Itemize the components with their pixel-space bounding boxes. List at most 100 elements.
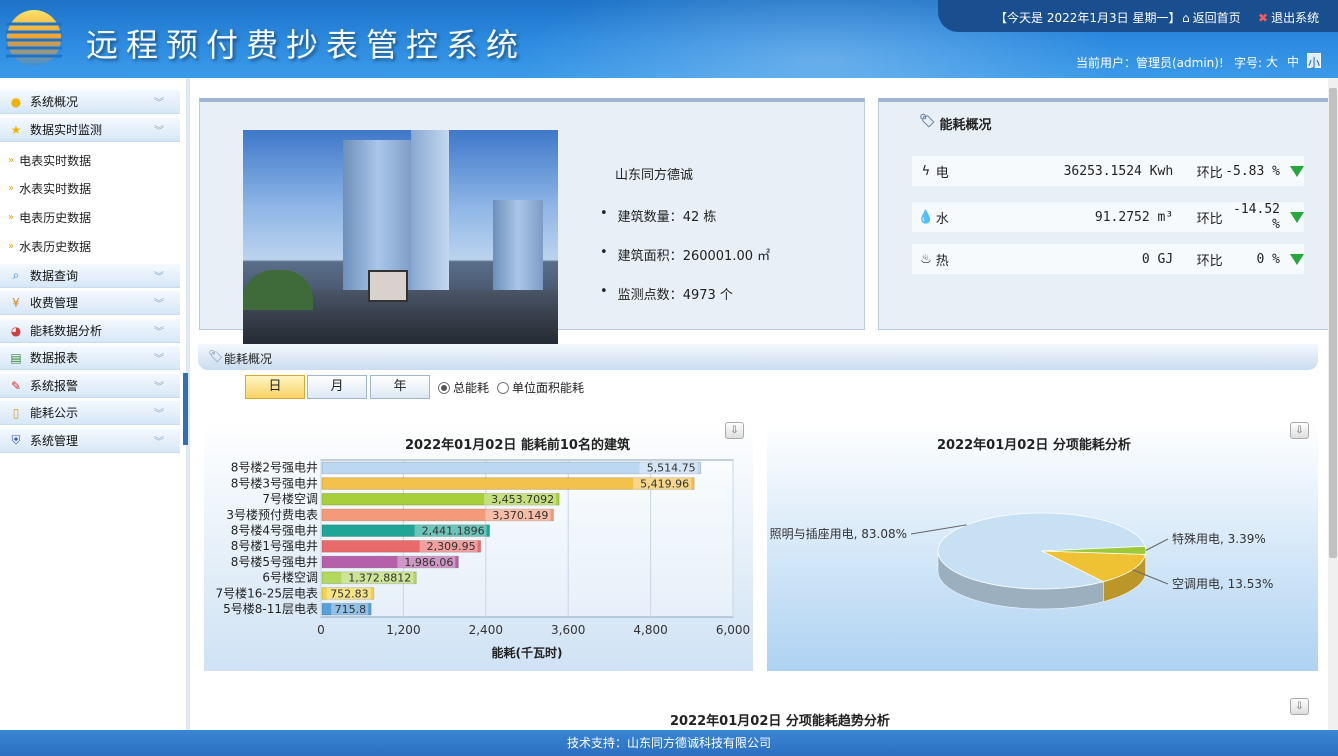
- bullet-dot: •: [600, 284, 608, 299]
- tab-day[interactable]: 日: [245, 375, 305, 399]
- energy-name: 热: [935, 253, 949, 269]
- home-link[interactable]: ⌂ 返回首页: [1182, 9, 1241, 26]
- radio-label: 总能耗: [453, 381, 490, 395]
- tag-icon: 🏷: [919, 114, 936, 129]
- top10-bar-chart: 2022年01月02日 能耗前10名的建筑 0 1,200 2,400 3,600 4,…: [204, 423, 753, 671]
- menu-system-manage[interactable]: ⛨ 系统管理 ︾: [0, 429, 180, 453]
- chart-title: 2022年01月02日 分项能耗趋势分析: [670, 714, 890, 729]
- y-tick-label: 5号楼8-11层电表: [223, 601, 318, 616]
- arrow-icon: »: [8, 154, 15, 166]
- menu-label: 系统管理: [30, 434, 79, 448]
- tab-month[interactable]: 月: [307, 375, 367, 399]
- energy-value: 0 GJ: [1141, 251, 1174, 267]
- photo-tower: [411, 130, 449, 310]
- bullet-label: 建筑数量：: [617, 210, 683, 225]
- data-label: 1,986.06: [404, 556, 453, 569]
- energy-value: 36253.1524 Kwh: [1063, 163, 1174, 179]
- x-tick-label: 4,800: [633, 623, 667, 637]
- y-tick-label: 3号楼预付费电表: [226, 507, 318, 522]
- y-tick-label: 8号楼4号强电井: [231, 523, 318, 538]
- radio-total-energy[interactable]: 总能耗: [438, 379, 489, 396]
- bullet-label: 建筑面积：: [617, 249, 683, 264]
- x-axis-label: 能耗(千瓦时): [492, 645, 563, 660]
- menu-label: 能耗数据分析: [30, 324, 103, 338]
- download-icon[interactable]: ⇩: [725, 422, 744, 439]
- submenu-meter-realtime[interactable]: » 电表实时数据: [8, 150, 91, 170]
- data-label: 3,370.149: [492, 509, 548, 522]
- y-tick-label: 8号楼1号强电井: [231, 538, 318, 553]
- y-tick-label: 6号楼空调: [262, 570, 318, 585]
- home-icon: ⌂: [1182, 10, 1190, 25]
- shield-icon: ⛨: [11, 433, 21, 447]
- menu-charge-manage[interactable]: ¥ 收费管理 ︾: [0, 291, 180, 315]
- current-user-text: 当前用户：管理员(admin)!: [1076, 56, 1224, 70]
- chevron-down-icon: ︾: [154, 382, 164, 393]
- tab-year[interactable]: 年: [370, 375, 430, 399]
- radio-circle: [438, 381, 450, 394]
- bullet-label: 监测点数：: [617, 288, 683, 303]
- section-title: 能耗概况: [224, 352, 273, 366]
- data-label: 2,309.95: [427, 540, 476, 553]
- download-icon[interactable]: ⇩: [1290, 422, 1309, 439]
- menu-energy-analysis[interactable]: ◕ 能耗数据分析 ︾: [0, 319, 180, 343]
- chevron-down-icon: ︾: [154, 272, 164, 283]
- menu-energy-notice[interactable]: ▯ 能耗公示 ︾: [0, 401, 180, 425]
- font-size-large[interactable]: 大: [1265, 53, 1279, 69]
- chevron-down-icon: ︾: [154, 354, 164, 365]
- menu-realtime-monitor[interactable]: ★ 数据实时监测 ︾: [0, 118, 180, 142]
- trend-line-chart: 2022年01月02日 分项能耗趋势分析: [204, 690, 1318, 730]
- radio-unit-area-energy[interactable]: 单位面积能耗: [497, 379, 584, 396]
- report-icon: ▤: [10, 350, 22, 365]
- energy-summary-header: 🏷 能耗概况: [919, 114, 992, 133]
- energy-name: 电: [935, 165, 949, 181]
- heat-icon: ♨: [920, 251, 932, 267]
- font-size-medium[interactable]: 中: [1286, 53, 1300, 69]
- submenu-meter-history[interactable]: » 电表历史数据: [8, 207, 91, 227]
- alarm-icon: ✎: [10, 378, 22, 393]
- submenu-water-history[interactable]: » 水表历史数据: [8, 236, 91, 256]
- mom-label: 环比: [1196, 165, 1223, 181]
- menu-data-report[interactable]: ▤ 数据报表 ︾: [0, 346, 180, 370]
- sidebar-collapse-handle[interactable]: [183, 373, 188, 445]
- y-tick-label: 8号楼2号强电井: [231, 460, 318, 475]
- mom-label: 环比: [1196, 253, 1223, 269]
- main-content: 山东同方德诚 • 建筑数量：42 栋 • 建筑面积：260001.00 ㎡ • …: [190, 78, 1328, 730]
- data-label: 715.8: [335, 603, 367, 616]
- down-arrow-icon: [1290, 165, 1304, 177]
- menu-system-overview[interactable]: ● 系统概况 ︾: [0, 90, 180, 114]
- tag-icon: 🏷: [208, 349, 224, 363]
- scrollbar[interactable]: [1328, 78, 1338, 730]
- pie-label-aircon: 空调用电, 13.53%: [1172, 577, 1273, 591]
- chevron-down-icon: ︾: [154, 437, 164, 448]
- font-size-small[interactable]: 小: [1307, 53, 1321, 70]
- font-size-label: 字号:: [1234, 56, 1263, 70]
- menu-data-query[interactable]: ⌕ 数据查询 ︾: [0, 264, 180, 288]
- data-label: 752.83: [330, 587, 369, 600]
- data-label: 5,419.96: [640, 477, 689, 490]
- leader-line: [1145, 538, 1169, 551]
- down-arrow-icon: [1290, 211, 1304, 223]
- pie-label-lighting: 照明与插座用电, 83.08%: [770, 526, 907, 541]
- data-label: 3,453.7092: [491, 493, 554, 506]
- bar-chart-svg: 0 1,200 2,400 3,600 4,800 6,000 8号楼2号强电井 5,514.…: [215, 459, 750, 660]
- download-icon[interactable]: ⇩: [1290, 698, 1309, 715]
- radio-label: 单位面积能耗: [512, 381, 585, 395]
- energy-row-water: 💧 水 91.2752 m³ 环比 -14.52 %: [912, 202, 1304, 232]
- header-banner: 远程预付费抄表管控系统 【今天是 2022年1月3日 星期一】 ⌂ 返回首页 ✖…: [0, 0, 1338, 78]
- logout-link[interactable]: ✖ 退出系统: [1258, 9, 1319, 26]
- submenu-water-realtime[interactable]: » 水表实时数据: [8, 178, 91, 198]
- building-count: • 建筑数量：42 栋: [600, 206, 716, 225]
- y-tick-label: 8号楼5号强电井: [231, 554, 318, 569]
- radio-circle: [497, 381, 509, 394]
- x-tick-label: 3,600: [551, 623, 585, 637]
- notice-icon: ▯: [12, 405, 20, 420]
- bulb-icon: ●: [10, 94, 22, 109]
- data-label: 5,514.75: [647, 462, 696, 475]
- scrollbar-thumb[interactable]: [1329, 88, 1337, 558]
- building-photo: [243, 130, 558, 346]
- bullet-dot: •: [600, 245, 608, 260]
- bolt-icon: ϟ: [921, 163, 931, 179]
- bullet-value: 42 栋: [682, 210, 717, 225]
- submenu-label: 水表实时数据: [19, 181, 92, 196]
- menu-system-alarm[interactable]: ✎ 系统报警 ︾: [0, 374, 180, 398]
